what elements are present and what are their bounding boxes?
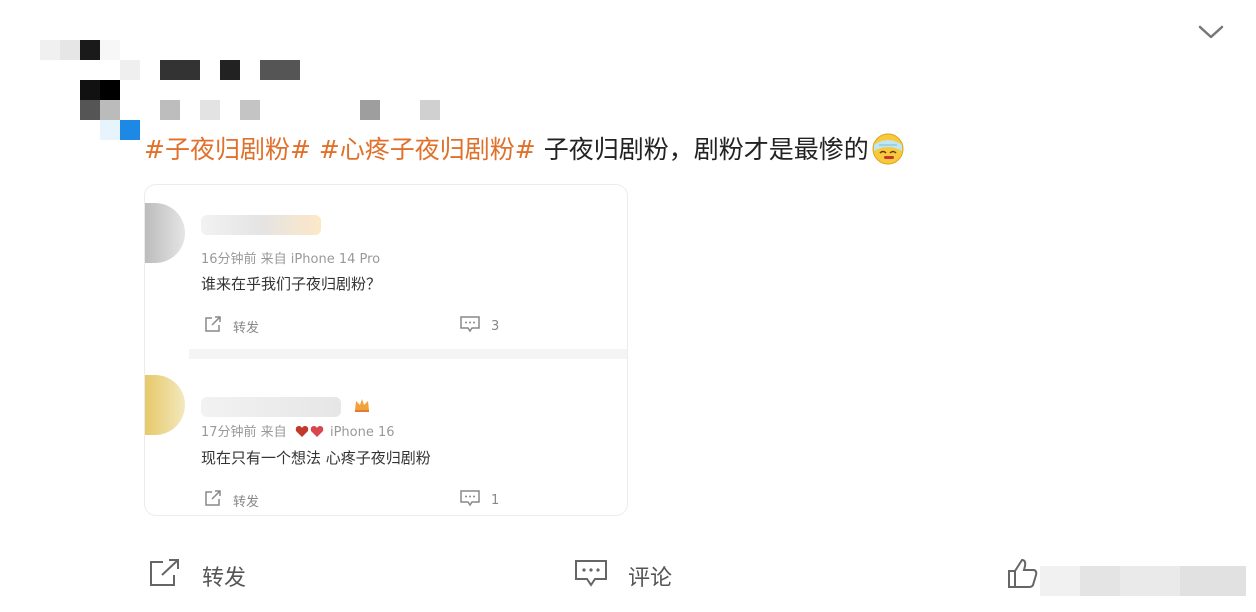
post-body: 子夜归剧粉，剧粉才是最惨的 [535,135,869,164]
comment-icon [459,489,481,511]
share-icon [203,315,223,337]
comment-count: 1 [491,492,500,508]
like-action-button[interactable] [1006,556,1040,596]
comment-button[interactable]: 3 [459,315,499,337]
comment-action-button[interactable]: 评论 [574,556,672,596]
comment-action-label: 评论 [628,566,673,591]
list-item: 16分钟前 来自 iPhone 14 Pro 谁来在乎我们子夜归剧粉？ 转发 3 [145,185,627,349]
comment-device: iPhone 16 [329,425,395,440]
chevron-down-icon[interactable] [1196,20,1226,44]
hashtag-link[interactable]: #心疼子夜归剧粉# [319,135,536,164]
repost-button[interactable]: 转发 [203,315,259,337]
comment-count: 3 [491,318,500,334]
repost-action-button[interactable]: 转发 [148,556,246,596]
comment-meta: 17分钟前 来自 iPhone 16 [201,421,395,442]
list-item: 17分钟前 来自 iPhone 16 现在只有一个想法 心疼子夜归剧粉 转发 1 [145,359,627,515]
repost-action-label: 转发 [202,566,247,591]
avatar[interactable] [40,40,140,140]
avatar[interactable] [145,375,185,435]
hashtag-link[interactable]: #子夜归剧粉# [144,135,311,164]
comment-time-source: 17分钟前 来自 [201,425,287,440]
comment-user-name[interactable] [201,397,341,417]
share-icon [203,489,223,511]
quoted-comments-card[interactable]: 16分钟前 来自 iPhone 14 Pro 谁来在乎我们子夜归剧粉？ 转发 3… [144,184,628,516]
heart-icon [295,425,325,442]
share-icon [148,558,182,594]
avatar[interactable] [145,203,185,263]
comment-user-name[interactable] [201,215,321,235]
comment-icon [459,315,481,337]
like-count-blurred [1040,566,1246,596]
comment-icon [574,558,608,594]
crown-badge-icon [353,397,371,417]
comment-meta: 16分钟前 来自 iPhone 14 Pro [201,252,381,267]
comment-text: 谁来在乎我们子夜归剧粉？ [201,275,382,293]
sick-face-emoji [871,131,905,177]
comment-text: 现在只有一个想法 心疼子夜归剧粉 [201,449,431,467]
repost-label: 转发 [233,320,260,336]
thumbs-up-icon [1006,557,1040,595]
repost-button[interactable]: 转发 [203,489,259,511]
repost-label: 转发 [233,494,260,510]
comment-button[interactable]: 1 [459,489,499,511]
post-text: #子夜归剧粉# #心疼子夜归剧粉# 子夜归剧粉，剧粉才是最惨的 [144,130,905,177]
divider [189,349,627,359]
